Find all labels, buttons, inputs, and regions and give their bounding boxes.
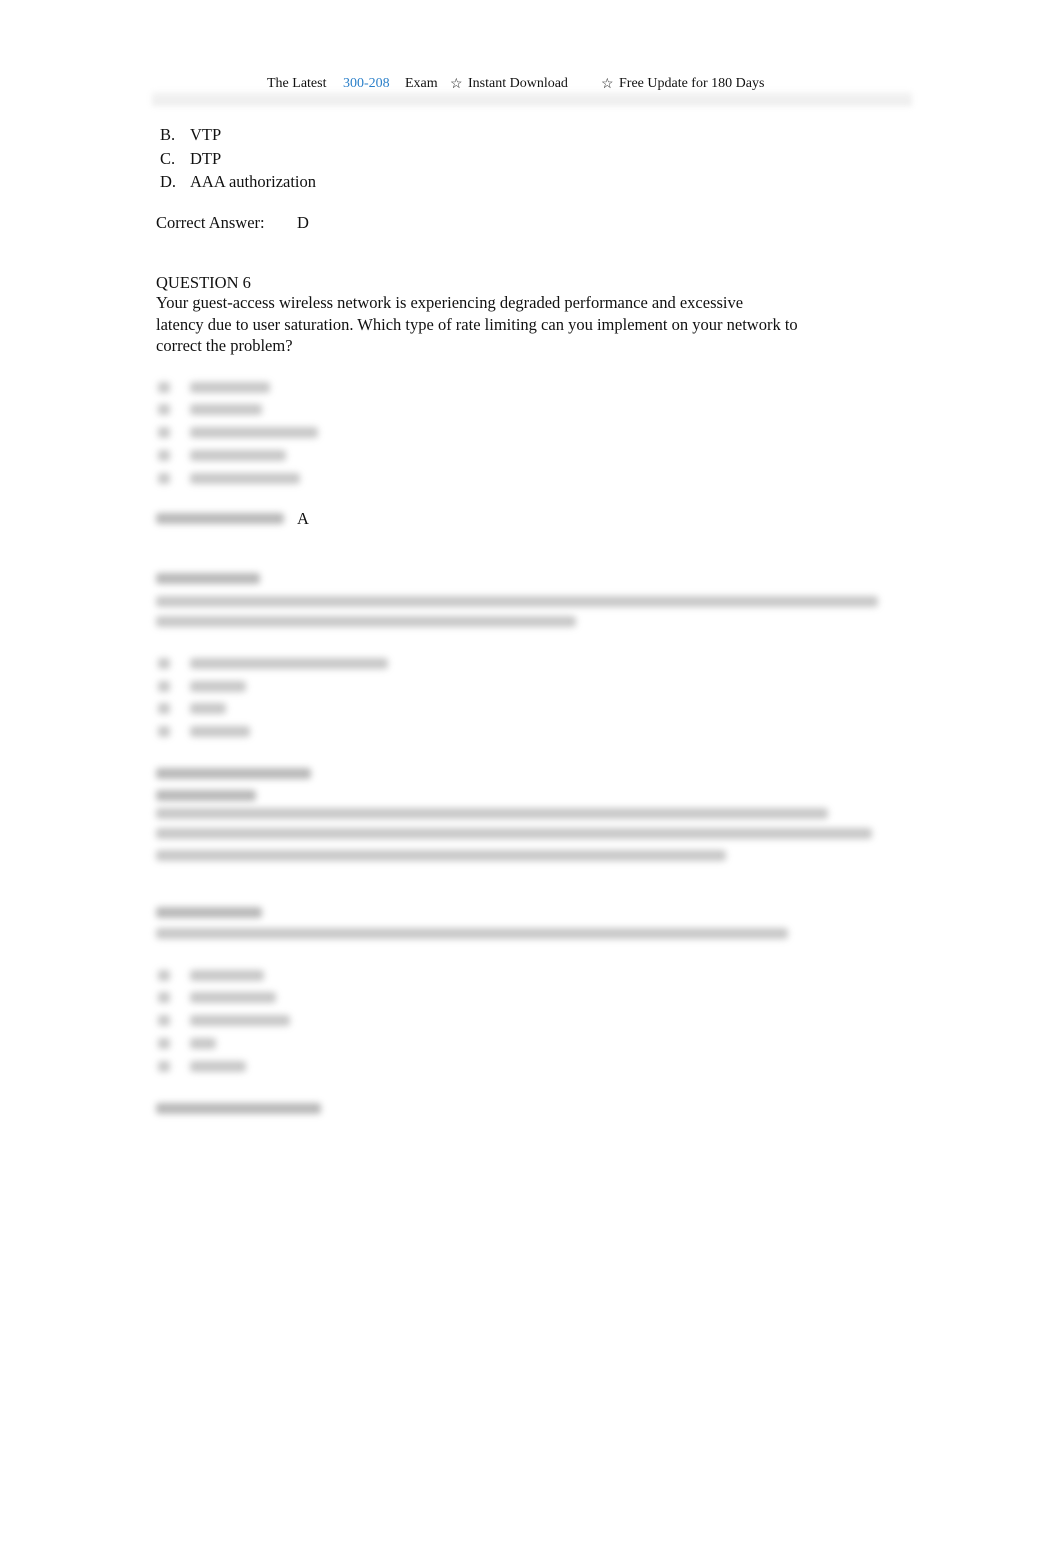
blurred-text — [190, 473, 300, 484]
blurred-text — [158, 658, 170, 669]
blurred-text — [190, 658, 388, 669]
blurred-text — [190, 404, 262, 415]
blurred-text — [158, 970, 170, 981]
blurred-text — [190, 726, 250, 737]
option-text: DTP — [190, 149, 222, 168]
header-exam: Exam — [405, 76, 438, 91]
question-text-line: latency due to user saturation. Which ty… — [156, 315, 798, 334]
blurred-text — [190, 382, 270, 393]
option-text: VTP — [190, 125, 222, 144]
blurred-text — [190, 681, 246, 692]
blurred-text — [158, 1015, 170, 1026]
star-icon: ☆ — [601, 77, 614, 92]
exam-code-link[interactable]: 300-208 — [343, 76, 390, 92]
blurred-text — [156, 828, 872, 839]
blurred-text — [156, 513, 284, 524]
blurred-text — [156, 1103, 321, 1114]
blurred-text — [158, 726, 170, 737]
question-title: QUESTION 6 — [156, 273, 251, 292]
option-letter: D. — [160, 172, 177, 191]
blurred-text — [158, 1061, 170, 1072]
header-instant: Instant Download — [468, 76, 568, 91]
blurred-text — [156, 850, 726, 861]
blurred-text — [158, 703, 170, 714]
blurred-text — [158, 450, 170, 461]
blurred-text — [190, 1015, 290, 1026]
blurred-text — [190, 703, 226, 714]
correct-answer-label: Correct Answer: — [156, 213, 265, 232]
blurred-text — [156, 616, 576, 627]
blurred-text — [190, 992, 276, 1003]
header-shadow — [152, 92, 912, 106]
blurred-text — [158, 427, 170, 438]
blurred-text — [156, 596, 878, 607]
option-letter: C. — [160, 149, 176, 168]
blurred-text — [156, 768, 311, 779]
blurred-text — [158, 382, 170, 393]
blurred-text — [156, 907, 262, 918]
blurred-text — [190, 970, 264, 981]
blurred-text — [190, 450, 286, 461]
option-text: AAA authorization — [190, 172, 317, 191]
option-letter: B. — [160, 125, 176, 144]
blurred-text — [158, 404, 170, 415]
header-update: Free Update for 180 Days — [619, 76, 765, 91]
blurred-text — [158, 473, 170, 484]
correct-answer-value: D — [297, 213, 309, 232]
question-text-line: correct the problem? — [156, 336, 293, 355]
blurred-text — [158, 1038, 170, 1049]
question-text-line: Your guest-access wireless network is ex… — [156, 293, 744, 312]
blurred-text — [156, 808, 828, 819]
correct-answer-value: A — [297, 509, 309, 528]
header-prefix: The Latest — [267, 76, 327, 91]
blurred-text — [156, 573, 260, 584]
blurred-text — [190, 427, 318, 438]
blurred-text — [158, 992, 170, 1003]
blurred-text — [158, 681, 170, 692]
blurred-text — [190, 1061, 246, 1072]
blurred-text — [156, 790, 256, 801]
blurred-text — [156, 928, 788, 939]
blurred-text — [190, 1038, 216, 1049]
star-icon: ☆ — [450, 77, 463, 92]
